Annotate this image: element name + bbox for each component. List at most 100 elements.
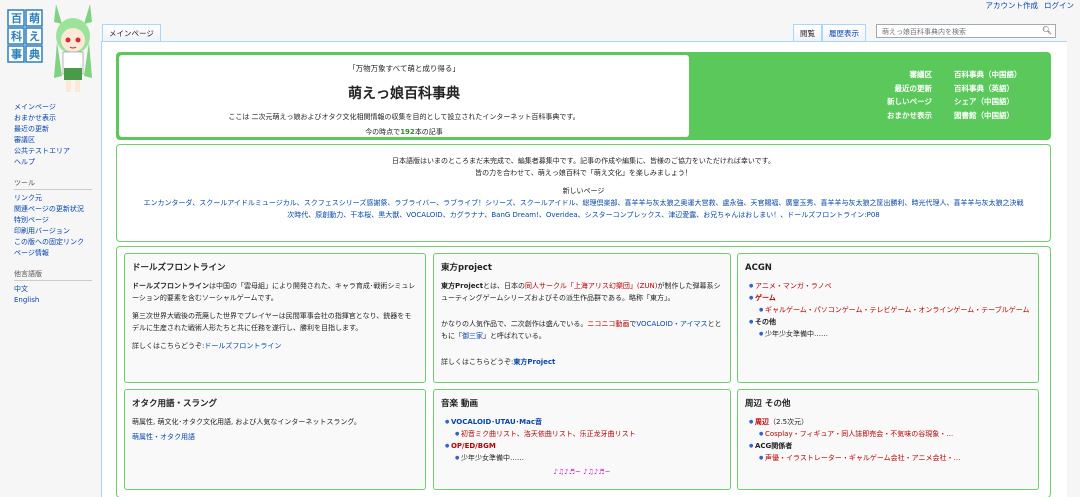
personal-tools: アカウント作成 ログイン [986,0,1075,11]
sidebar-navigation: メインページ おまかせ表示 最近の更新 審議区 公共テストエリア ヘルプ [14,102,102,168]
sidebar-item-sandbox[interactable]: 公共テストエリア [14,147,70,155]
panel-bold-text: ドールズフロントライン [132,282,209,290]
search-input[interactable]: 萌えっ娘百科事典内を検索 🔍︎ [876,24,1056,38]
more-prefix: 詳しくはこちらどうぞ: [132,342,205,350]
dolls-frontline-link[interactable]: ドールズフロントライン [204,342,281,350]
sidebar-item-permalink[interactable]: この版への固定リンク [14,238,84,246]
svg-text:典: 典 [29,47,40,61]
panel-title: 音楽 動画 [441,399,478,409]
header-link-random[interactable]: おまかせ表示 [857,109,932,123]
login-link[interactable]: ログイン [1044,1,1074,10]
create-account-link[interactable]: アカウント作成 [986,1,1039,10]
new-pages-list-2[interactable]: 次時代、原創動力、干本桜、黒大獣、VOCALOID、カグラナナ、BanG Dre… [117,209,1050,221]
header-link-zh-wiki[interactable]: 百科事典（中国語） [954,68,1022,82]
vocaloid-link[interactable]: VOCALOID・アイマス [636,320,707,328]
preparing-text: 少年少女準備中…… [764,330,828,338]
motto: 「万物万象すべて萌と成り得る」 [348,64,460,73]
preparing-text: 少年少女準備中…… [460,454,524,462]
article-count-number: 192 [400,128,415,136]
sidebar-tools: ツール リンク元 関連ページの更新状況 特別ページ 印刷用バージョン この版への… [14,178,102,259]
panel-otaku-terms: オタク用語・スラング 萌属性, 萌文化･オタク文化用語, および人気なインターネ… [124,389,426,490]
new-pages-list-1[interactable]: エンカンターダ、スクールアイドルミュージカル、スクフェスシリーズ感謝祭、ラブライ… [117,197,1050,209]
panel-title: 東方project [441,263,492,273]
cosplay-figure-link[interactable]: Cosplay・フィギュア・同人誌即売会・不気味の谷現象・… [765,430,953,438]
game-link[interactable]: ゲーム [755,294,776,302]
header-links: 審議区 百科事典（中国語） 最近の更新 百科事典（英語） 新しいページ シェア（中国語… [857,68,1047,122]
sidebar-item-recent-changes[interactable]: 最近の更新 [14,125,49,133]
notice-line-2: 皆の力を合わせて、萌えっ娘百科で「萌え文化」を楽しみましょう！ [475,169,692,177]
page-title: 萌えっ娘百科事典 [348,86,460,102]
around-link[interactable]: 周辺 [755,418,769,426]
sidebar-item-page-info[interactable]: ページ情報 [14,249,49,257]
song-lists-link[interactable]: 初音ミク曲リスト、洛天依曲リスト、乐正龙牙曲リスト [461,430,636,438]
voice-actor-link[interactable]: 声優・イラストレーター・ギャルゲーム会社・アニメ会社・… [765,454,961,462]
search-icon[interactable]: 🔍︎ [1042,26,1052,35]
vocaloid-utau-link[interactable]: VOCALOID･UTAU･Mac音 [451,418,542,426]
sidebar-item-related-changes[interactable]: 関連ページの更新状況 [14,205,84,213]
sidebar-item-special-pages[interactable]: 特別ページ [14,216,49,224]
otaku-terms-link[interactable]: 萌属性・オタク用語 [132,433,195,441]
tools-heading: ツール [14,178,92,190]
svg-text:百: 百 [11,12,22,25]
header-link-share[interactable]: シェア（中国語） [954,95,1014,109]
panel-title: ACGN [745,263,772,273]
site-logo[interactable]: 百 科 事 萌 え 典 [4,2,98,94]
namespace-tabs: メインページ [102,24,161,42]
moegirl-logo-icon: 百 科 事 萌 え 典 [7,4,92,92]
more-prefix: 詳しくはこちらどうぞ: [441,358,514,366]
svg-text:科: 科 [11,29,22,43]
tab-read[interactable]: 閲覧 [793,24,822,42]
panel-bold-text: 東方Project [441,282,484,290]
panel-music-video: 音楽 動画 VOCALOID･UTAU･Mac音 初音ミク曲リスト、洛天依曲リス… [433,389,731,490]
anime-manga-link[interactable]: アニメ・マンガ・ラノベ [755,282,832,290]
header-link-recent[interactable]: 最近の更新 [857,82,933,96]
header-link-discussion[interactable]: 審議区 [857,68,933,82]
sidebar-item-printable[interactable]: 印刷用バージョン [14,227,70,235]
sidebar-item-help[interactable]: ヘルプ [14,158,35,166]
panel-acgn: ACGN アニメ・マンガ・ラノベ ゲーム ギャルゲーム・パソコンゲーム・テレビゲ… [737,253,1039,383]
notice-line-1: 日本語版はいまのところまだ未完成で、編集者募集中です。記事の作成や編集に、皆様の… [392,157,775,165]
panel-touhou: 東方project 東方Projectとは、日本の同人サークル「上海アリス幻樂団… [433,253,731,383]
sidebar-item-main-page[interactable]: メインページ [14,103,56,111]
languages-heading: 他言語版 [14,269,92,281]
tab-history[interactable]: 履歴表示 [822,24,866,42]
panel-text-2: 第三次世界大戦後の荒廃した世界でプレイヤーは民間軍事会社の指揮官となり、銃器をモ… [132,312,412,332]
around-suffix: （2.5次元） [768,418,809,426]
article-count: 今の時点で192本の記事 [365,128,443,136]
welcome-panel: 「万物万象すべて萌と成り得る」 萌えっ娘百科事典 ここは 二次元萌えっ娘およびオ… [119,55,689,137]
welcome-banner: 「万物万象すべて萌と成り得る」 萌えっ娘百科事典 ここは 二次元萌えっ娘およびオ… [116,52,1051,140]
panel-title: ドールズフロントライン [132,263,226,273]
touhou-link[interactable]: 東方Project [513,358,555,366]
panel-title: オタク用語・スラング [132,399,218,409]
music-notes: ♪♫♪♬~ ♪♫♪♬~ [553,468,611,476]
tab-main-page[interactable]: メインページ [102,24,161,42]
panel-text: 萌属性, 萌文化･オタク文化用語, および人気なインターネットスラング。 [132,418,361,426]
gosanke-link[interactable]: 御三家 [462,332,483,340]
svg-text:え: え [29,30,40,43]
portal-panels: ドールズフロントライン ドールズフロントラインは中国の「雲母組」により開発された… [116,246,1051,497]
sidebar-item-discussion[interactable]: 審議区 [14,136,35,144]
new-pages-heading: 新しいページ [562,187,605,195]
header-link-new-pages[interactable]: 新しいページ [857,95,932,109]
header-link-library[interactable]: 図書館（中国語） [954,109,1014,123]
panel-title: 周辺 その他 [745,399,791,409]
op-ed-bgm-link[interactable]: OP/ED/BGM [451,442,496,450]
niconico-link[interactable]: ニコニコ動画 [587,320,629,328]
sidebar-item-random[interactable]: おまかせ表示 [14,114,56,122]
tab-history-label[interactable]: 履歴表示 [829,29,859,38]
site-description: ここは 二次元萌えっ娘およびオタク文化相関情報の収集を目的として設立されたインタ… [228,113,580,121]
sidebar-languages: 他言語版 中文 English [14,269,102,306]
others-label: その他 [754,318,776,326]
circle-link[interactable]: 同人サークル「上海アリス幻樂団」(ZUN) [525,282,657,290]
sidebar-item-lang-en[interactable]: English [14,296,39,304]
sidebar: メインページ おまかせ表示 最近の更新 審議区 公共テストエリア ヘルプ ツール… [14,102,102,316]
main-content: 「万物万象すべて萌と成り得る」 萌えっ娘百科事典 ここは 二次元萌えっ娘およびオ… [101,41,1067,497]
notice-box: 日本語版はいまのところまだ未完成で、編集者募集中です。記事の作成や編集に、皆様の… [116,144,1051,242]
game-types-link[interactable]: ギャルゲーム・パソコンゲーム・テレビゲーム・オンラインゲーム・テーブルゲーム [765,306,1030,314]
sidebar-item-lang-zh[interactable]: 中文 [14,285,28,293]
panel-around-others: 周辺 その他 周辺（2.5次元） Cosplay・フィギュア・同人誌即売会・不気… [737,389,1039,490]
sidebar-item-whatlinkshere[interactable]: リンク元 [14,194,42,202]
header-link-en-wiki[interactable]: 百科事典（英語） [954,82,1014,96]
acg-people-label: ACG関係者 [754,442,793,450]
svg-text:事: 事 [11,47,22,61]
